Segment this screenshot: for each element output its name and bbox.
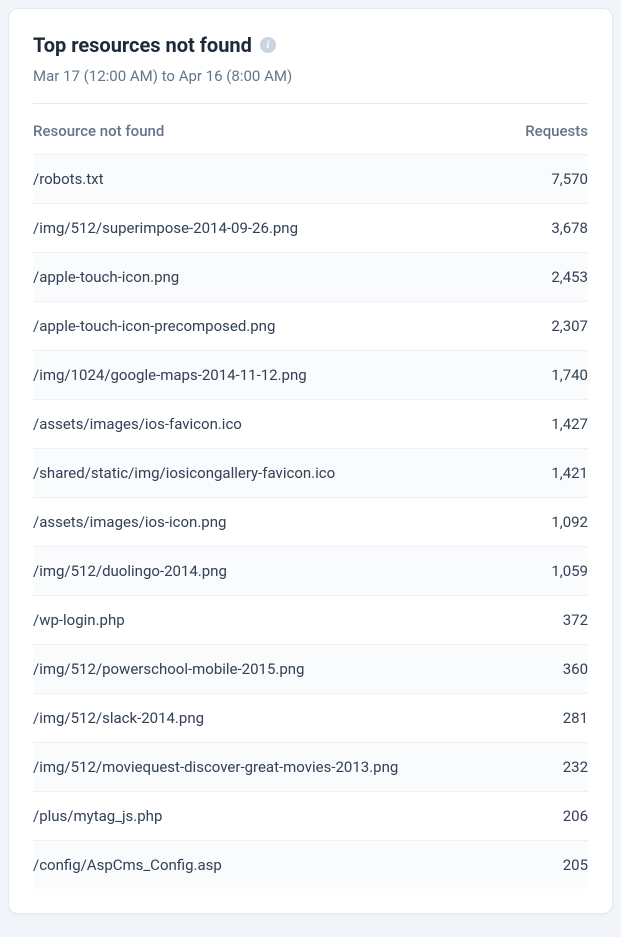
resource-path: /img/512/powerschool-mobile-2015.png — [33, 645, 507, 694]
resource-path: /img/512/duolingo-2014.png — [33, 547, 507, 596]
request-count: 2,453 — [507, 253, 588, 302]
table-row[interactable]: /img/512/powerschool-mobile-2015.png360 — [33, 645, 588, 694]
request-count: 2,307 — [507, 302, 588, 351]
table-row[interactable]: /assets/images/ios-favicon.ico1,427 — [33, 400, 588, 449]
request-count: 1,421 — [507, 449, 588, 498]
table-header-row: Resource not found Requests — [33, 104, 588, 155]
request-count: 206 — [507, 792, 588, 841]
request-count: 7,570 — [507, 155, 588, 204]
table-row[interactable]: /robots.txt7,570 — [33, 155, 588, 204]
table-row[interactable]: /config/AspCms_Config.asp205 — [33, 841, 588, 890]
table-row[interactable]: /img/512/moviequest-discover-great-movie… — [33, 743, 588, 792]
request-count: 3,678 — [507, 204, 588, 253]
resource-path: /apple-touch-icon.png — [33, 253, 507, 302]
request-count: 1,059 — [507, 547, 588, 596]
card-header: Top resources not found i Mar 17 (12:00 … — [33, 33, 588, 104]
table-row[interactable]: /img/512/superimpose-2014-09-26.png3,678 — [33, 204, 588, 253]
resource-path: /config/AspCms_Config.asp — [33, 841, 507, 890]
request-count: 205 — [507, 841, 588, 890]
resource-path: /assets/images/ios-favicon.ico — [33, 400, 507, 449]
request-count: 281 — [507, 694, 588, 743]
resource-path: /img/512/slack-2014.png — [33, 694, 507, 743]
resource-path: /wp-login.php — [33, 596, 507, 645]
card-title: Top resources not found — [33, 33, 252, 57]
table-row[interactable]: /apple-touch-icon.png2,453 — [33, 253, 588, 302]
resource-path: /plus/mytag_js.php — [33, 792, 507, 841]
request-count: 1,092 — [507, 498, 588, 547]
date-range: Mar 17 (12:00 AM) to Apr 16 (8:00 AM) — [33, 67, 588, 85]
request-count: 232 — [507, 743, 588, 792]
table-row[interactable]: /assets/images/ios-icon.png1,092 — [33, 498, 588, 547]
table-row[interactable]: /wp-login.php372 — [33, 596, 588, 645]
resource-path: /img/1024/google-maps-2014-11-12.png — [33, 351, 507, 400]
request-count: 1,740 — [507, 351, 588, 400]
table-row[interactable]: /plus/mytag_js.php206 — [33, 792, 588, 841]
request-count: 372 — [507, 596, 588, 645]
column-header-requests: Requests — [507, 104, 588, 155]
table-row[interactable]: /shared/static/img/iosicongallery-favico… — [33, 449, 588, 498]
table-row[interactable]: /img/512/slack-2014.png281 — [33, 694, 588, 743]
resource-path: /robots.txt — [33, 155, 507, 204]
request-count: 1,427 — [507, 400, 588, 449]
resource-path: /img/512/moviequest-discover-great-movie… — [33, 743, 507, 792]
resources-table: Resource not found Requests /robots.txt7… — [33, 104, 588, 889]
resource-path: /img/512/superimpose-2014-09-26.png — [33, 204, 507, 253]
column-header-resource: Resource not found — [33, 104, 507, 155]
table-row[interactable]: /img/512/duolingo-2014.png1,059 — [33, 547, 588, 596]
table-row[interactable]: /apple-touch-icon-precomposed.png2,307 — [33, 302, 588, 351]
resource-path: /apple-touch-icon-precomposed.png — [33, 302, 507, 351]
top-resources-card: Top resources not found i Mar 17 (12:00 … — [8, 8, 613, 914]
resource-path: /shared/static/img/iosicongallery-favico… — [33, 449, 507, 498]
info-icon[interactable]: i — [260, 37, 276, 53]
title-row: Top resources not found i — [33, 33, 588, 57]
table-row[interactable]: /img/1024/google-maps-2014-11-12.png1,74… — [33, 351, 588, 400]
request-count: 360 — [507, 645, 588, 694]
resource-path: /assets/images/ios-icon.png — [33, 498, 507, 547]
